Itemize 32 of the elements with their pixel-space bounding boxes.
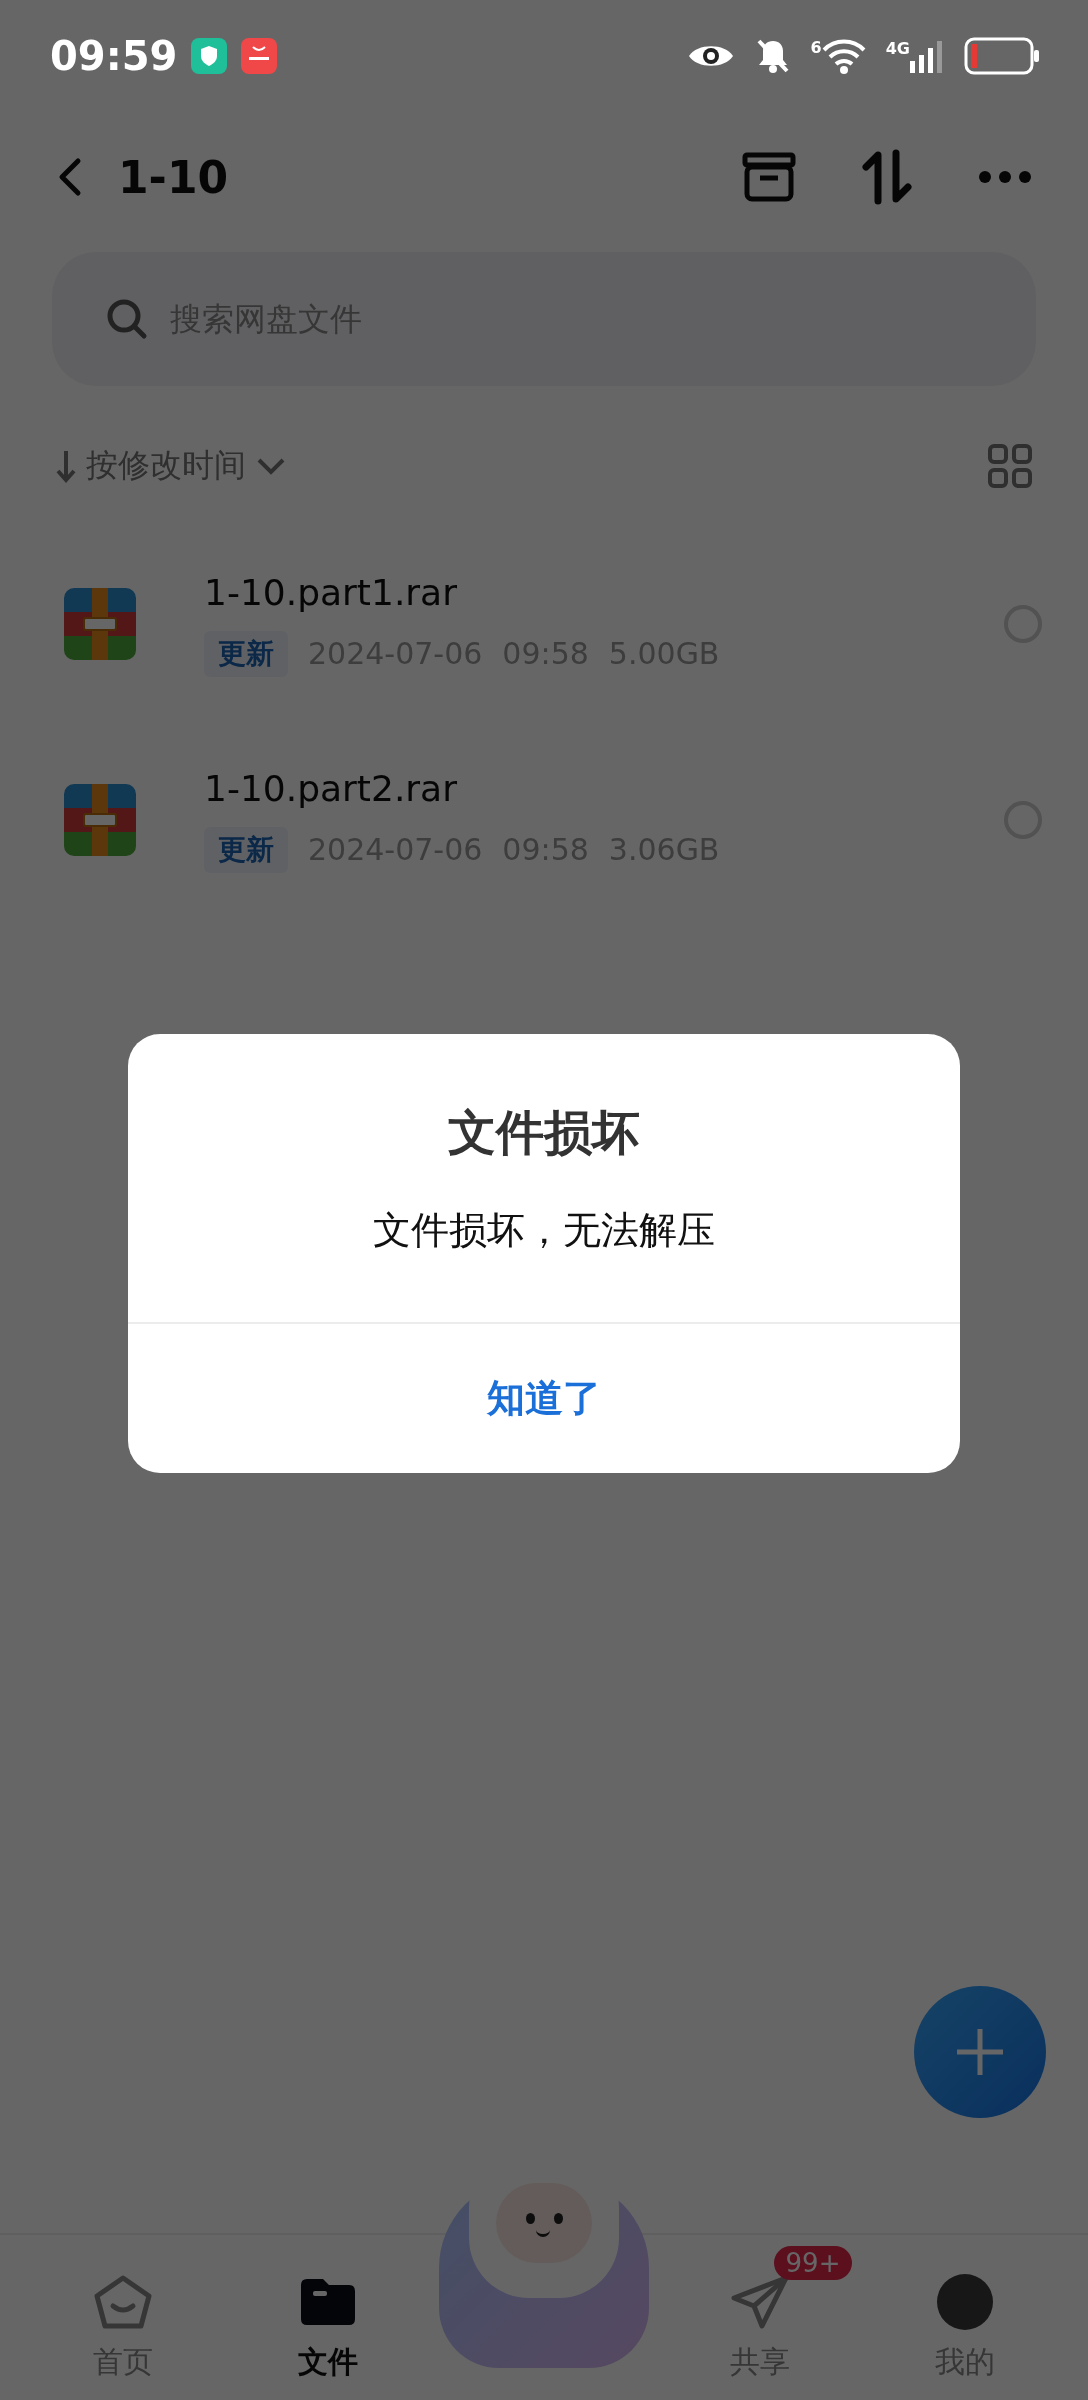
archive-file-icon (64, 784, 136, 856)
search-icon (106, 298, 148, 340)
down-arrow-icon (56, 449, 76, 483)
status-time: 09:59 (50, 33, 178, 79)
grid-view-icon[interactable] (988, 444, 1032, 488)
dialog-title: 文件损坏 (448, 1102, 640, 1162)
folder-icon (299, 2277, 358, 2327)
shield-app-icon (191, 38, 228, 74)
shopping-bag-app-icon (241, 38, 278, 74)
archive-icon[interactable] (742, 152, 796, 202)
more-icon[interactable] (978, 170, 1032, 184)
got-it-button[interactable]: 知道了 (128, 1324, 960, 1473)
caret-icon (256, 457, 286, 475)
update-tag: 更新 (204, 826, 288, 873)
back-icon[interactable] (58, 157, 82, 197)
nav-tab[interactable]: 文件 (233, 2242, 424, 2383)
file-name[interactable]: 1-10.part2.rar (204, 767, 1004, 809)
folder-title: 1-10 (118, 151, 229, 203)
file-name[interactable]: 1-10.part1.rar (204, 571, 1004, 613)
paper-plane-icon (729, 2274, 790, 2330)
signal-icon (910, 39, 944, 73)
wifi-label: 6 (810, 38, 822, 57)
wifi-icon (821, 38, 866, 74)
archive-file-icon (64, 588, 136, 660)
plus-icon (955, 2027, 1005, 2077)
dialog-message: 文件损坏，无法解压 (373, 1206, 715, 1254)
battery-icon (964, 37, 1040, 75)
update-tag: 更新 (204, 630, 288, 677)
network-label: 4G (885, 39, 910, 58)
sort-arrows-icon[interactable] (862, 149, 912, 205)
count-badge: 99+ (773, 2246, 853, 2280)
home-icon (92, 2274, 153, 2330)
